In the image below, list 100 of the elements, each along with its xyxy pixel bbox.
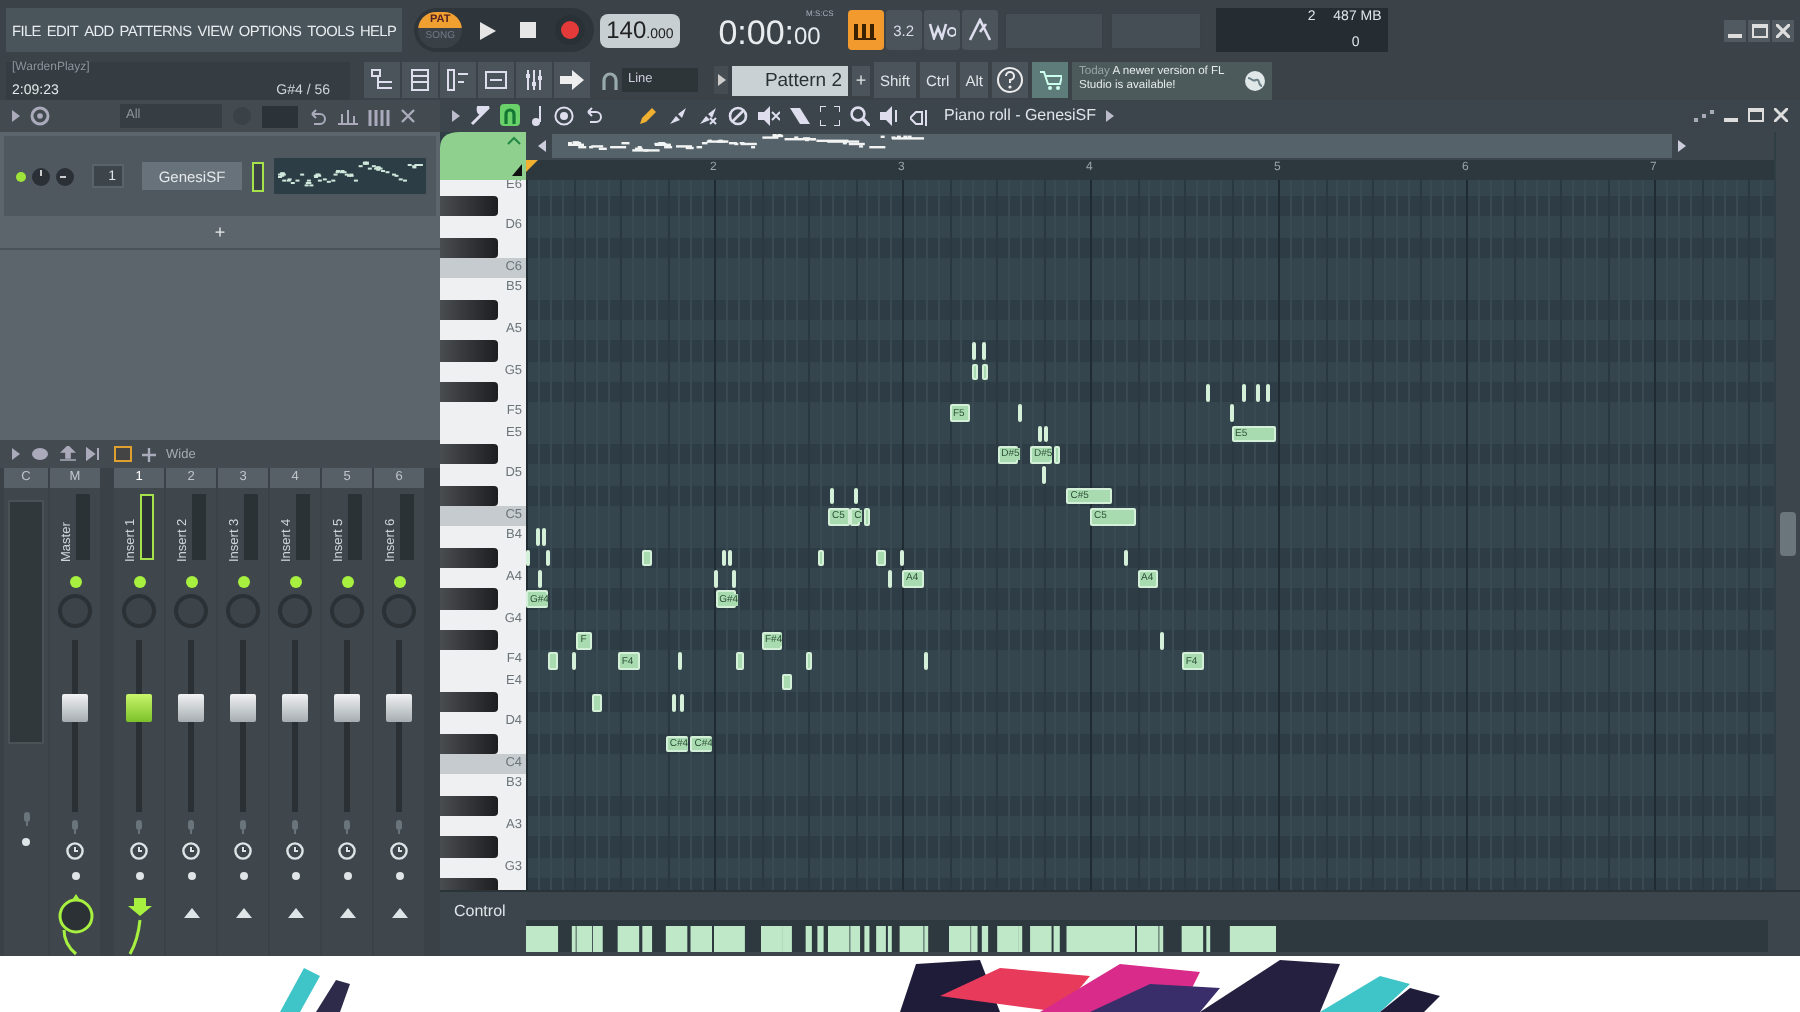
routing-arrow-icon[interactable]	[125, 892, 153, 956]
dots-icon[interactable]	[1694, 109, 1714, 122]
dot-icon[interactable]	[343, 872, 351, 880]
volume-knob[interactable]	[56, 167, 74, 185]
volume-fader[interactable]	[230, 693, 256, 722]
pan-knob[interactable]	[32, 167, 50, 185]
note[interactable]	[1159, 631, 1164, 650]
playlist-button[interactable]	[364, 62, 400, 98]
add-pattern-button[interactable]: +	[852, 65, 870, 95]
dot-icon[interactable]	[239, 872, 247, 880]
scrollbar-thumb[interactable]	[1780, 511, 1796, 556]
arrow-left-icon[interactable]	[538, 139, 546, 152]
panel-icon[interactable]	[114, 446, 132, 462]
piano-key[interactable]	[440, 733, 498, 754]
send-arrow-icon[interactable]	[339, 908, 355, 918]
piano-roll-button[interactable]	[440, 62, 476, 98]
volume-fader[interactable]	[62, 693, 88, 722]
speaker-icon[interactable]	[910, 105, 930, 126]
send-arrow-icon[interactable]	[235, 908, 251, 918]
note[interactable]	[817, 549, 824, 567]
arrow-right-icon[interactable]	[12, 448, 20, 460]
status-led[interactable]	[185, 576, 197, 588]
arrow-right-icon[interactable]	[1106, 109, 1115, 122]
volume-fader[interactable]	[386, 693, 412, 722]
loop-button[interactable]	[847, 10, 884, 50]
volume-fader[interactable]	[282, 693, 308, 722]
minimize-button[interactable]	[1724, 19, 1746, 41]
speaker-icon[interactable]	[880, 105, 900, 126]
tool-corner-drawing[interactable]	[440, 131, 526, 180]
maximize-button[interactable]	[1748, 19, 1770, 41]
status-led[interactable]	[289, 576, 301, 588]
arrow-right-icon[interactable]	[12, 110, 20, 122]
graph-icon[interactable]	[336, 107, 358, 125]
undo-icon[interactable]	[308, 107, 326, 125]
zoom-icon[interactable]	[850, 105, 870, 126]
channel-select[interactable]	[252, 161, 264, 191]
piano-key[interactable]	[440, 237, 498, 258]
piano-key[interactable]	[440, 196, 498, 217]
close-button[interactable]	[1772, 19, 1794, 41]
add-channel-button[interactable]: +	[214, 222, 226, 242]
note[interactable]	[592, 693, 603, 712]
dot-icon[interactable]	[291, 872, 299, 880]
pattern-arrow-button[interactable]	[714, 66, 728, 94]
status-led[interactable]	[133, 576, 145, 588]
clock-icon[interactable]	[234, 842, 252, 860]
status-led[interactable]	[341, 576, 353, 588]
swing-field[interactable]	[262, 105, 298, 127]
cart-button[interactable]	[1032, 62, 1069, 98]
arrow-right-icon[interactable]	[452, 109, 460, 122]
plus-icon[interactable]	[142, 447, 156, 461]
arrow-button[interactable]	[554, 62, 590, 98]
pencil-icon[interactable]	[638, 105, 658, 126]
arrow-right-icon[interactable]	[1678, 139, 1686, 152]
select-icon[interactable]	[820, 105, 840, 126]
upload-icon[interactable]	[60, 446, 76, 462]
magnet-icon[interactable]	[500, 104, 520, 127]
close-icon[interactable]	[400, 108, 416, 124]
clock-icon[interactable]	[286, 842, 304, 860]
pattern-selector[interactable]: Pattern 2	[732, 65, 848, 95]
event-selector[interactable]: Control	[454, 901, 506, 920]
browser-button[interactable]	[478, 62, 514, 98]
note[interactable]	[642, 549, 653, 567]
piano-key[interactable]	[440, 485, 498, 506]
help-button[interactable]	[992, 62, 1029, 98]
piano-key[interactable]	[440, 381, 498, 403]
note[interactable]	[1124, 549, 1129, 567]
route-icon[interactable]	[86, 446, 104, 462]
mixer-button[interactable]	[516, 62, 552, 98]
velocity-drawing[interactable]	[526, 919, 1768, 952]
mute-icon[interactable]	[758, 105, 780, 126]
block-icon[interactable]	[728, 105, 748, 126]
maximize-icon[interactable]	[1748, 108, 1764, 123]
grid-icon[interactable]	[368, 107, 390, 125]
metronome-button[interactable]	[961, 10, 998, 50]
dot-icon[interactable]	[22, 838, 30, 846]
wrench-icon[interactable]	[470, 105, 490, 126]
send-arrow-icon[interactable]	[287, 908, 303, 918]
gear-icon[interactable]	[30, 106, 50, 126]
clock-icon[interactable]	[66, 842, 84, 860]
routing-icon[interactable]	[53, 892, 97, 956]
volume-fader[interactable]	[178, 693, 204, 722]
overview-drawing[interactable]	[552, 133, 1672, 158]
dot-icon[interactable]	[395, 872, 403, 880]
status-led[interactable]	[237, 576, 249, 588]
volume-fader[interactable]	[126, 693, 152, 722]
delete-icon[interactable]	[698, 105, 718, 126]
status-led[interactable]	[393, 576, 405, 588]
stop-icon[interactable]	[520, 22, 537, 38]
piano-key[interactable]	[440, 299, 498, 320]
record-icon[interactable]	[554, 105, 574, 126]
magnet-icon[interactable]	[602, 71, 618, 89]
volume-fader[interactable]	[334, 693, 360, 722]
note-icon[interactable]	[530, 105, 544, 126]
piano-key[interactable]	[440, 629, 498, 651]
play-icon[interactable]	[480, 21, 497, 39]
record-icon[interactable]	[554, 14, 587, 46]
close-icon[interactable]	[1774, 108, 1788, 123]
globe-icon[interactable]	[1244, 69, 1267, 91]
slice-icon[interactable]	[790, 105, 810, 126]
status-led[interactable]	[69, 576, 81, 588]
